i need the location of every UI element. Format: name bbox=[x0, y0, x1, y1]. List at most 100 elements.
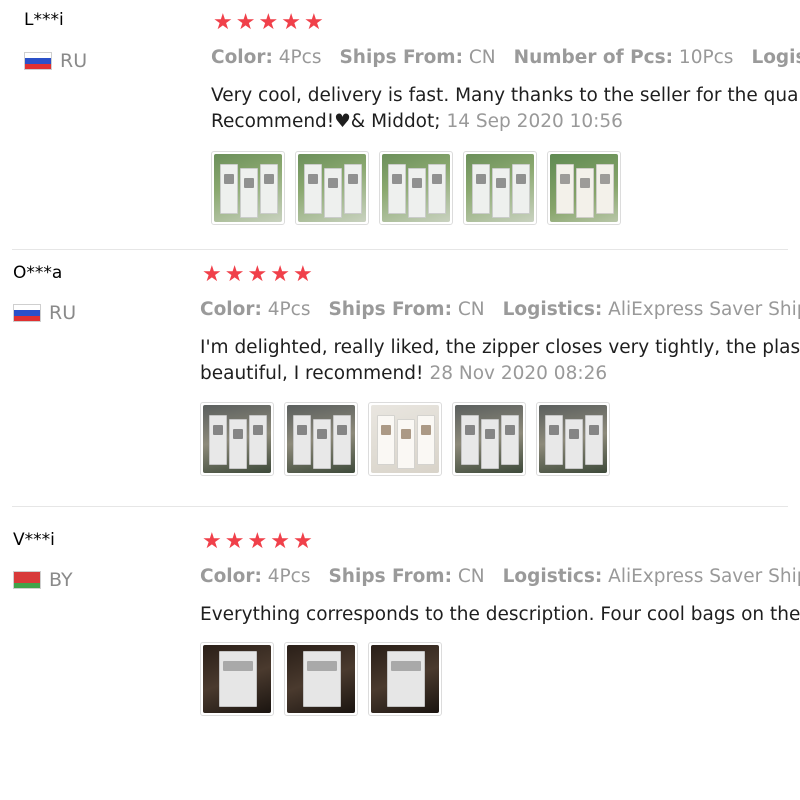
photo-image bbox=[382, 154, 450, 222]
review-photos bbox=[200, 402, 610, 476]
meta-item: Ships From: CN bbox=[339, 47, 495, 68]
photo-image bbox=[539, 405, 607, 473]
meta-label: Logistics: bbox=[751, 47, 800, 68]
meta-label: Number of Pcs: bbox=[513, 47, 674, 68]
review-text-line: Very cool, delivery is fast. Many thanks… bbox=[211, 85, 800, 106]
review-photo-thumbnail[interactable] bbox=[452, 402, 526, 476]
meta-label: Logistics: bbox=[502, 566, 603, 587]
photo-image bbox=[550, 154, 618, 222]
meta-label: Ships From: bbox=[328, 566, 452, 587]
review-photo-thumbnail[interactable] bbox=[284, 642, 358, 716]
meta-item: Color: 4Pcs bbox=[200, 566, 310, 587]
meta-item: Color: 4Pcs bbox=[200, 299, 310, 320]
photo-image bbox=[455, 405, 523, 473]
review-photo-thumbnail[interactable] bbox=[368, 402, 442, 476]
meta-value: 4Pcs bbox=[272, 47, 322, 68]
star-icon: ★ bbox=[213, 10, 233, 35]
photo-image bbox=[214, 154, 282, 222]
star-icon: ★ bbox=[224, 529, 245, 554]
meta-value: 10Pcs bbox=[673, 47, 734, 68]
reviewer-name: V***i bbox=[13, 530, 55, 550]
star-icon: ★ bbox=[303, 10, 324, 35]
meta-value: AliExpress Saver Shippin bbox=[608, 566, 800, 587]
review-photo-thumbnail[interactable] bbox=[463, 151, 537, 225]
review-text: Very cool, delivery is fast. Many thanks… bbox=[211, 83, 800, 135]
review-photo-thumbnail[interactable] bbox=[547, 151, 621, 225]
meta-value: AliExpress Saver Shippin bbox=[608, 299, 800, 320]
review-photos bbox=[211, 151, 621, 225]
star-icon: ★ bbox=[247, 529, 268, 554]
reviewer-name: L***i bbox=[24, 10, 64, 30]
meta-label: Ships From: bbox=[328, 299, 452, 320]
review-date: 28 Nov 2020 08:26 bbox=[429, 363, 608, 384]
meta-item: Number of Pcs: 10Pcs bbox=[514, 47, 734, 68]
divider bbox=[12, 249, 788, 250]
meta-value: CN bbox=[451, 299, 485, 320]
photo-image bbox=[203, 405, 271, 473]
review-photo-thumbnail[interactable] bbox=[379, 151, 453, 225]
meta-label: Ships From: bbox=[339, 47, 463, 68]
review-photo-thumbnail[interactable] bbox=[284, 402, 358, 476]
star-icon: ★ bbox=[292, 262, 313, 287]
photo-image bbox=[203, 645, 271, 713]
meta-label: Color: bbox=[200, 299, 262, 320]
review-text-line: beautiful, I recommend! bbox=[200, 363, 424, 384]
review-meta: Color: 4Pcs Ships From: CN Number of Pcs: … bbox=[211, 47, 800, 68]
flag-icon bbox=[13, 571, 41, 589]
divider bbox=[12, 506, 788, 507]
reviewer-name: O***a bbox=[13, 263, 63, 283]
photo-image bbox=[466, 154, 534, 222]
review-text-line: Recommend!♥& Middot; bbox=[211, 111, 441, 132]
review-photo-thumbnail[interactable] bbox=[200, 642, 274, 716]
star-icon: ★ bbox=[281, 10, 301, 35]
star-icon: ★ bbox=[270, 529, 290, 554]
review-date: 14 Sep 2020 10:56 bbox=[446, 111, 623, 132]
star-rating: ★ ★ ★ ★ ★ bbox=[202, 264, 313, 286]
review-text-line: Everything corresponds to the descriptio… bbox=[200, 604, 800, 625]
review-photo-thumbnail[interactable] bbox=[211, 151, 285, 225]
meta-value: 4Pcs bbox=[261, 299, 311, 320]
star-rating: ★ ★ ★ ★ ★ bbox=[202, 531, 313, 553]
country-code: BY bbox=[49, 569, 73, 591]
star-icon: ★ bbox=[224, 262, 245, 287]
meta-label: Logistics: bbox=[502, 299, 603, 320]
meta-label: Color: bbox=[211, 47, 273, 68]
review-photo-thumbnail[interactable] bbox=[368, 642, 442, 716]
review-photo-thumbnail[interactable] bbox=[536, 402, 610, 476]
meta-item: Ships From: CN bbox=[328, 299, 484, 320]
photo-image bbox=[298, 154, 366, 222]
star-icon: ★ bbox=[292, 529, 313, 554]
review-text: I'm delighted, really liked, the zipper … bbox=[200, 335, 800, 387]
star-icon: ★ bbox=[258, 10, 279, 35]
review-photos bbox=[200, 642, 442, 716]
star-icon: ★ bbox=[202, 529, 222, 554]
meta-value: CN bbox=[451, 566, 485, 587]
photo-image bbox=[287, 405, 355, 473]
reviewer-country: RU bbox=[13, 302, 76, 324]
meta-value: 4Pcs bbox=[261, 566, 311, 587]
photo-image bbox=[371, 405, 439, 473]
flag-icon bbox=[24, 52, 52, 70]
country-code: RU bbox=[60, 50, 88, 72]
meta-item: Logistics: AliExpress Saver Shippin bbox=[503, 299, 800, 320]
star-icon: ★ bbox=[235, 10, 256, 35]
review-text: Everything corresponds to the descriptio… bbox=[200, 602, 800, 628]
meta-label: Color: bbox=[200, 566, 262, 587]
review-photo-thumbnail[interactable] bbox=[295, 151, 369, 225]
meta-item: Logistics: AliExpress Saver Shippin bbox=[503, 566, 800, 587]
review-photo-thumbnail[interactable] bbox=[200, 402, 274, 476]
meta-value: CN bbox=[462, 47, 496, 68]
reviewer-country: RU bbox=[24, 50, 87, 72]
reviewer-country: BY bbox=[13, 569, 73, 591]
meta-item: Ships From: CN bbox=[328, 566, 484, 587]
star-rating: ★ ★ ★ ★ ★ bbox=[213, 12, 324, 34]
star-icon: ★ bbox=[270, 262, 290, 287]
review-meta: Color: 4Pcs Ships From: CN Logistics: AliE… bbox=[200, 566, 800, 587]
review-meta: Color: 4Pcs Ships From: CN Logistics: AliE… bbox=[200, 299, 800, 320]
star-icon: ★ bbox=[202, 262, 222, 287]
photo-image bbox=[287, 645, 355, 713]
photo-image bbox=[371, 645, 439, 713]
star-icon: ★ bbox=[247, 262, 268, 287]
country-code: RU bbox=[49, 302, 77, 324]
flag-icon bbox=[13, 304, 41, 322]
